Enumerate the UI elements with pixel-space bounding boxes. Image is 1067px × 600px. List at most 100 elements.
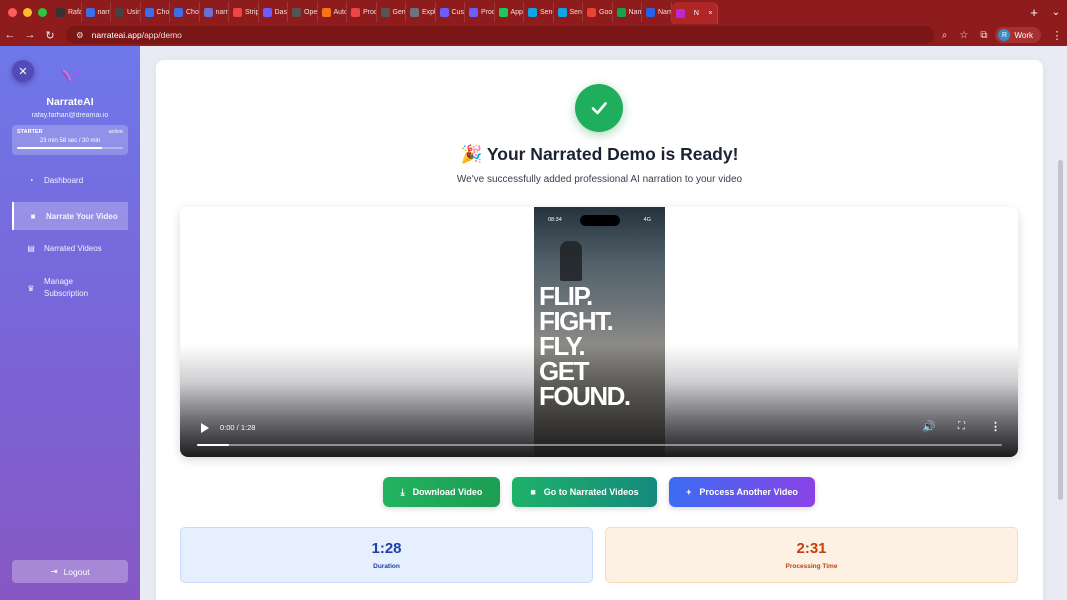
tab-favicon-icon: [557, 7, 567, 17]
browser-tab-bar: Rafay narrat Using Choo Choo narra Stripe Dash O…: [0, 0, 1067, 24]
play-icon[interactable]: [201, 423, 209, 433]
download-icon: ⤓: [400, 486, 405, 497]
bookmark-star-icon[interactable]: ☆: [959, 30, 968, 41]
browser-tab[interactable]: Goog: [583, 2, 613, 22]
browser-tab[interactable]: Open: [288, 2, 318, 22]
close-window-button[interactable]: [8, 7, 17, 17]
tab-favicon-icon: [233, 7, 242, 17]
process-another-video-button[interactable]: + Process Another Video: [669, 477, 815, 507]
video-time: 0:00 / 1:28: [220, 423, 256, 432]
tab-label: N: [693, 9, 699, 17]
user-email: rafay.farhan@dreamai.io: [31, 112, 109, 119]
tab-close-icon[interactable]: ×: [708, 10, 712, 17]
browser-tab[interactable]: Stripe: [229, 2, 259, 22]
logout-label: Logout: [63, 566, 90, 577]
sidebar-item-narrate-your-video[interactable]: ■ Narrate Your Video: [12, 202, 128, 230]
tab-favicon-icon: [115, 7, 124, 17]
tab-favicon-icon: [646, 7, 655, 17]
download-label: Download Video: [412, 487, 483, 497]
tab-label: Produ: [481, 8, 494, 16]
browser-tab[interactable]: Narra: [613, 2, 642, 22]
address-bar[interactable]: ⚙ narrateai.app/app/demo: [66, 26, 934, 44]
new-tab-button[interactable]: +: [1023, 5, 1045, 20]
fullscreen-icon[interactable]: ⛶: [958, 421, 965, 432]
sidebar-item-label: Manage Subscription: [44, 277, 89, 298]
close-sidebar-button[interactable]: ✕: [12, 60, 34, 82]
crown-icon: ♛: [27, 283, 35, 293]
zoom-icon[interactable]: ⌕: [942, 30, 948, 41]
browser-tab[interactable]: narrat: [82, 2, 111, 22]
more-options-icon[interactable]: ⋮: [990, 420, 1001, 433]
video-player[interactable]: 08:34 4G FLIP. FIGHT. FLY. GET FOUND. 0:…: [180, 207, 1018, 457]
tab-label: Narra: [628, 8, 642, 16]
volume-icon[interactable]: 🔊: [922, 420, 936, 433]
sidebar-item-manage-subscription[interactable]: ♛ Manage Subscription: [12, 276, 128, 300]
processing-value: 2:31: [796, 540, 827, 557]
seek-bar[interactable]: [197, 444, 1002, 446]
tab-label: Rafay: [68, 8, 81, 16]
browser-tab[interactable]: Gem: [377, 2, 406, 22]
maximize-window-button[interactable]: [38, 7, 47, 17]
sidebar-item-label: Narrated Videos: [44, 244, 102, 253]
browser-tab[interactable]: Rafay: [52, 2, 82, 22]
reload-icon[interactable]: ↻: [40, 29, 60, 42]
minimize-window-button[interactable]: [23, 7, 32, 17]
forward-icon[interactable]: →: [20, 29, 40, 41]
tab-favicon-icon: [144, 7, 154, 17]
browser-tab[interactable]: Choo: [141, 2, 170, 22]
tab-favicon-icon: [410, 7, 419, 17]
site-settings-icon[interactable]: ⚙: [76, 30, 84, 41]
browser-tab[interactable]: Apps: [495, 2, 524, 22]
tab-label: narrat: [97, 8, 111, 16]
browser-tab[interactable]: Using: [111, 2, 141, 22]
success-check-icon: [575, 84, 623, 132]
duration-value: 1:28: [371, 540, 402, 557]
video-camera-icon: ■: [530, 487, 536, 497]
tab-label: Using: [127, 8, 140, 16]
logout-button[interactable]: ⇥ Logout: [12, 560, 128, 583]
tab-label: Explo: [422, 8, 435, 16]
go-to-narrated-videos-button[interactable]: ■ Go to Narrated Videos: [512, 477, 657, 507]
processing-time-stat-card: 2:31 Processing Time: [605, 527, 1018, 583]
page-scrollbar[interactable]: [1058, 160, 1063, 500]
tab-label: Stripe: [245, 8, 258, 16]
browser-tab[interactable]: Narra: [642, 2, 672, 22]
tab-favicon-icon: [351, 7, 360, 17]
tab-favicon-icon: [616, 7, 626, 17]
browser-tab[interactable]: Auto: [318, 2, 347, 22]
dynamic-island: [580, 215, 620, 226]
sidebar-item-label: Dashboard: [44, 176, 84, 185]
browser-tab[interactable]: Produ: [347, 2, 377, 22]
browser-tab[interactable]: Produ: [465, 2, 495, 22]
back-icon[interactable]: ←: [0, 29, 20, 41]
tab-favicon-icon: [469, 7, 478, 17]
browser-tab[interactable]: Send: [554, 2, 583, 22]
close-icon: ✕: [18, 65, 28, 78]
browser-tab[interactable]: Send: [524, 2, 554, 22]
tab-favicon-icon: [675, 8, 685, 18]
extensions-icon[interactable]: ⧉: [980, 30, 987, 41]
tab-favicon-icon: [380, 7, 390, 17]
tab-favicon-icon: [85, 7, 95, 17]
tab-search-icon[interactable]: ⌄: [1045, 7, 1067, 18]
download-video-button[interactable]: ⤓ Download Video: [383, 477, 500, 507]
tab-favicon-icon: [528, 7, 537, 17]
sidebar-item-dashboard[interactable]: ◔ Dashboard: [12, 176, 128, 185]
tab-strip: Rafay narrat Using Choo Choo narra Stripe Dash O…: [52, 0, 1023, 24]
browser-tab[interactable]: Dash: [259, 2, 288, 22]
tab-label: Choo: [186, 8, 199, 16]
sidebar-item-narrated-videos[interactable]: ▤ Narrated Videos: [12, 244, 128, 253]
tab-label: Apps: [510, 8, 524, 16]
tab-label: Custo: [451, 8, 465, 16]
url-path: /app/demo: [141, 30, 182, 40]
browser-menu-icon[interactable]: ⋮: [1047, 29, 1067, 42]
brand-name: NarrateAI: [46, 96, 94, 108]
browser-tab-active[interactable]: N ×: [671, 2, 718, 24]
profile-button[interactable]: R Work: [995, 27, 1041, 43]
browser-tab[interactable]: Custo: [436, 2, 465, 22]
browser-tab[interactable]: Choo: [170, 2, 200, 22]
browser-tab[interactable]: narra: [200, 2, 229, 22]
browser-tab[interactable]: Explo: [406, 2, 436, 22]
processing-label: Processing Time: [785, 563, 838, 570]
figure-silhouette: [560, 241, 582, 281]
